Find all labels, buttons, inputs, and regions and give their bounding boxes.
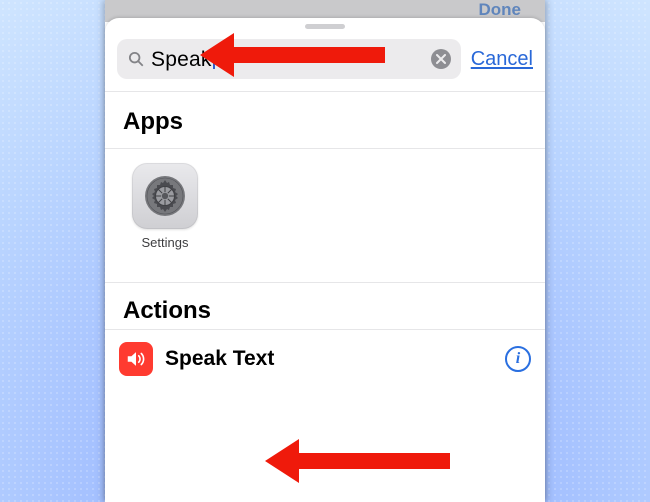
action-row-speak-text[interactable]: Speak Text i <box>105 329 545 388</box>
search-icon <box>127 50 145 68</box>
action-label: Speak Text <box>165 347 505 371</box>
clear-search-button[interactable] <box>431 49 451 69</box>
speaker-icon <box>119 342 153 376</box>
action-info-button[interactable]: i <box>505 346 531 372</box>
apps-grid: Settings <box>105 149 545 260</box>
apps-section-header: Apps <box>105 92 545 140</box>
search-input-value: Speak <box>151 47 431 72</box>
shortcuts-search-sheet: Done Speak <box>105 0 545 502</box>
search-bar-row: Speak Cancel <box>105 29 545 92</box>
cancel-button[interactable]: Cancel <box>471 48 533 71</box>
done-button-obscured: Done <box>479 0 522 20</box>
app-label: Settings <box>142 235 189 250</box>
app-tile-settings[interactable]: Settings <box>127 163 203 250</box>
actions-section: Actions <box>105 282 545 329</box>
actions-section-header: Actions <box>105 283 545 329</box>
settings-app-icon <box>132 163 198 229</box>
search-input[interactable]: Speak <box>117 39 461 79</box>
text-caret <box>213 47 215 69</box>
search-actions-sheet: Speak Cancel Apps <box>105 18 545 502</box>
